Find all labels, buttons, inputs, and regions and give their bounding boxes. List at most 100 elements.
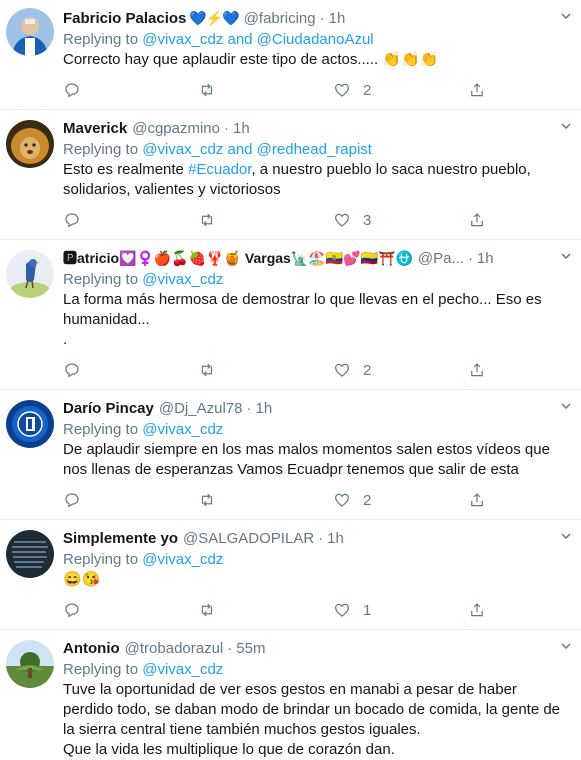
like-button[interactable]: 2 [333,361,468,379]
reply-button[interactable] [63,601,198,619]
chevron-down-icon[interactable] [561,251,571,261]
tweet[interactable]: 🅿atricio💟♀️🍎🍒🍓🦞🍯 Vargas🗽🏖️🇪🇨💕🇨🇴⛩️⛎ @Pa..… [0,240,581,390]
like-count: 1 [363,601,372,619]
retweet-button[interactable] [198,601,333,619]
author-name[interactable]: Maverick [63,119,127,138]
author-name[interactable]: 🅿atricio💟♀️🍎🍒🍓🦞🍯 Vargas🗽🏖️🇪🇨💕🇨🇴⛩️⛎ [63,249,413,268]
reply-mentions[interactable]: @vivax_cdz and @CiudadanoAzul [142,31,373,48]
avatar[interactable] [6,400,54,448]
replying-to-label: Replying to [63,31,139,48]
author-handle[interactable]: @SALGADOPILAR [183,529,314,548]
avatar[interactable] [6,8,54,56]
tweet[interactable]: Simplemente yo @SALGADOPILAR · 1h Replyi… [0,520,581,630]
reply-mentions[interactable]: @vivax_cdz [142,661,223,678]
reply-mentions[interactable]: @vivax_cdz and @redhead_rapist [142,141,372,158]
like-button[interactable]: 2 [333,491,468,509]
like-button[interactable]: 3 [333,211,468,229]
tweet[interactable]: Antonio @trobadorazul · 55m Replying to … [0,630,581,758]
retweet-button[interactable] [198,491,333,509]
share-icon [471,603,483,617]
tweet-header: Maverick @cgpazmino · 1h [63,119,569,138]
share-button[interactable] [468,211,486,229]
author-handle[interactable]: @fabricing [244,9,316,28]
retweet-button[interactable] [198,361,333,379]
separator: · [227,640,233,657]
tweet-actions: 1 [63,600,493,620]
tweet-text: Tuve la oportunidad de ver esos gestos e… [63,681,561,758]
share-button[interactable] [468,81,486,99]
reply-mentions[interactable]: @vivax_cdz [142,421,223,438]
replying-to-label: Replying to [63,271,139,288]
tweet[interactable]: Maverick @cgpazmino · 1h Replying to @vi… [0,110,581,240]
reply-button[interactable] [63,361,198,379]
share-icon [471,83,483,97]
author-handle[interactable]: @cgpazmino [132,119,220,138]
share-button[interactable] [468,601,486,619]
avatar[interactable] [6,250,54,298]
tweet-actions: 2 [63,80,493,100]
tweet-text: De aplaudir siempre en los mas malos mom… [63,441,550,478]
like-button[interactable]: 2 [333,81,468,99]
separator: · [318,530,324,547]
timestamp[interactable]: 1h [233,119,250,138]
reply-button[interactable] [63,211,198,229]
timestamp[interactable]: 55m [236,639,265,658]
tweet[interactable]: Fabricio Palacios 💙⚡💙 @fabricing · 1h Re… [0,0,581,110]
tweet-actions: 2 [63,360,493,380]
replying-to: Replying to @vivax_cdz and @redhead_rapi… [63,140,569,159]
like-count: 3 [363,211,372,229]
chevron-down-icon[interactable] [561,531,571,541]
replying-to: Replying to @vivax_cdz [63,550,569,569]
tweet-text: Correcto hay que aplaudir este tipo de a… [63,51,439,68]
share-icon [471,363,483,377]
share-button[interactable] [468,361,486,379]
reply-icon [65,603,79,618]
timestamp[interactable]: 1h [477,249,494,268]
author-handle[interactable]: @Pa... [418,249,464,268]
tweet-text: 😄😘 [63,571,101,588]
retweet-button[interactable] [198,81,333,99]
tweet-header: 🅿atricio💟♀️🍎🍒🍓🦞🍯 Vargas🗽🏖️🇪🇨💕🇨🇴⛩️⛎ @Pa..… [63,249,569,268]
tweet-text: La forma más hermosa de demostrar lo que… [63,291,542,348]
author-handle[interactable]: @Dj_Azul78 [159,399,243,418]
retweet-button[interactable] [198,211,333,229]
like-count: 2 [363,491,372,509]
avatar[interactable] [6,120,54,168]
author-name[interactable]: Simplemente yo [63,529,178,548]
tweet-header: Simplemente yo @SALGADOPILAR · 1h [63,529,569,548]
tweet[interactable]: Darío Pincay @Dj_Azul78 · 1h Replying to… [0,390,581,520]
avatar[interactable] [6,530,54,578]
timestamp[interactable]: 1h [329,9,346,28]
chevron-down-icon[interactable] [561,11,571,21]
share-icon [471,493,483,507]
chevron-down-icon[interactable] [561,641,571,651]
avatar[interactable] [6,640,54,688]
retweet-icon [201,363,213,377]
like-icon [335,493,349,507]
tweet-header: Darío Pincay @Dj_Azul78 · 1h [63,399,569,418]
retweet-icon [201,83,213,97]
replying-to-label: Replying to [63,421,139,438]
author-handle[interactable]: @trobadorazul [125,639,224,658]
author-name[interactable]: Darío Pincay [63,399,154,418]
tweet-header: Antonio @trobadorazul · 55m [63,639,569,658]
reply-button[interactable] [63,491,198,509]
replying-to-label: Replying to [63,141,139,158]
author-name[interactable]: Fabricio Palacios [63,9,186,28]
timestamp[interactable]: 1h [327,529,344,548]
chevron-down-icon[interactable] [561,121,571,131]
like-button[interactable]: 1 [333,601,468,619]
reply-button[interactable] [63,81,198,99]
retweet-icon [201,213,213,227]
author-name[interactable]: Antonio [63,639,120,658]
name-emojis: 💙⚡💙 [189,10,239,26]
share-button[interactable] [468,491,486,509]
share-icon [471,213,483,227]
reply-mentions[interactable]: @vivax_cdz [142,551,223,568]
hashtag-link[interactable]: #Ecuador [188,161,251,178]
like-icon [335,363,349,377]
timestamp[interactable]: 1h [255,399,272,418]
chevron-down-icon[interactable] [561,401,571,411]
reply-mentions[interactable]: @vivax_cdz [142,271,223,288]
tweet-actions: 2 [63,490,493,510]
